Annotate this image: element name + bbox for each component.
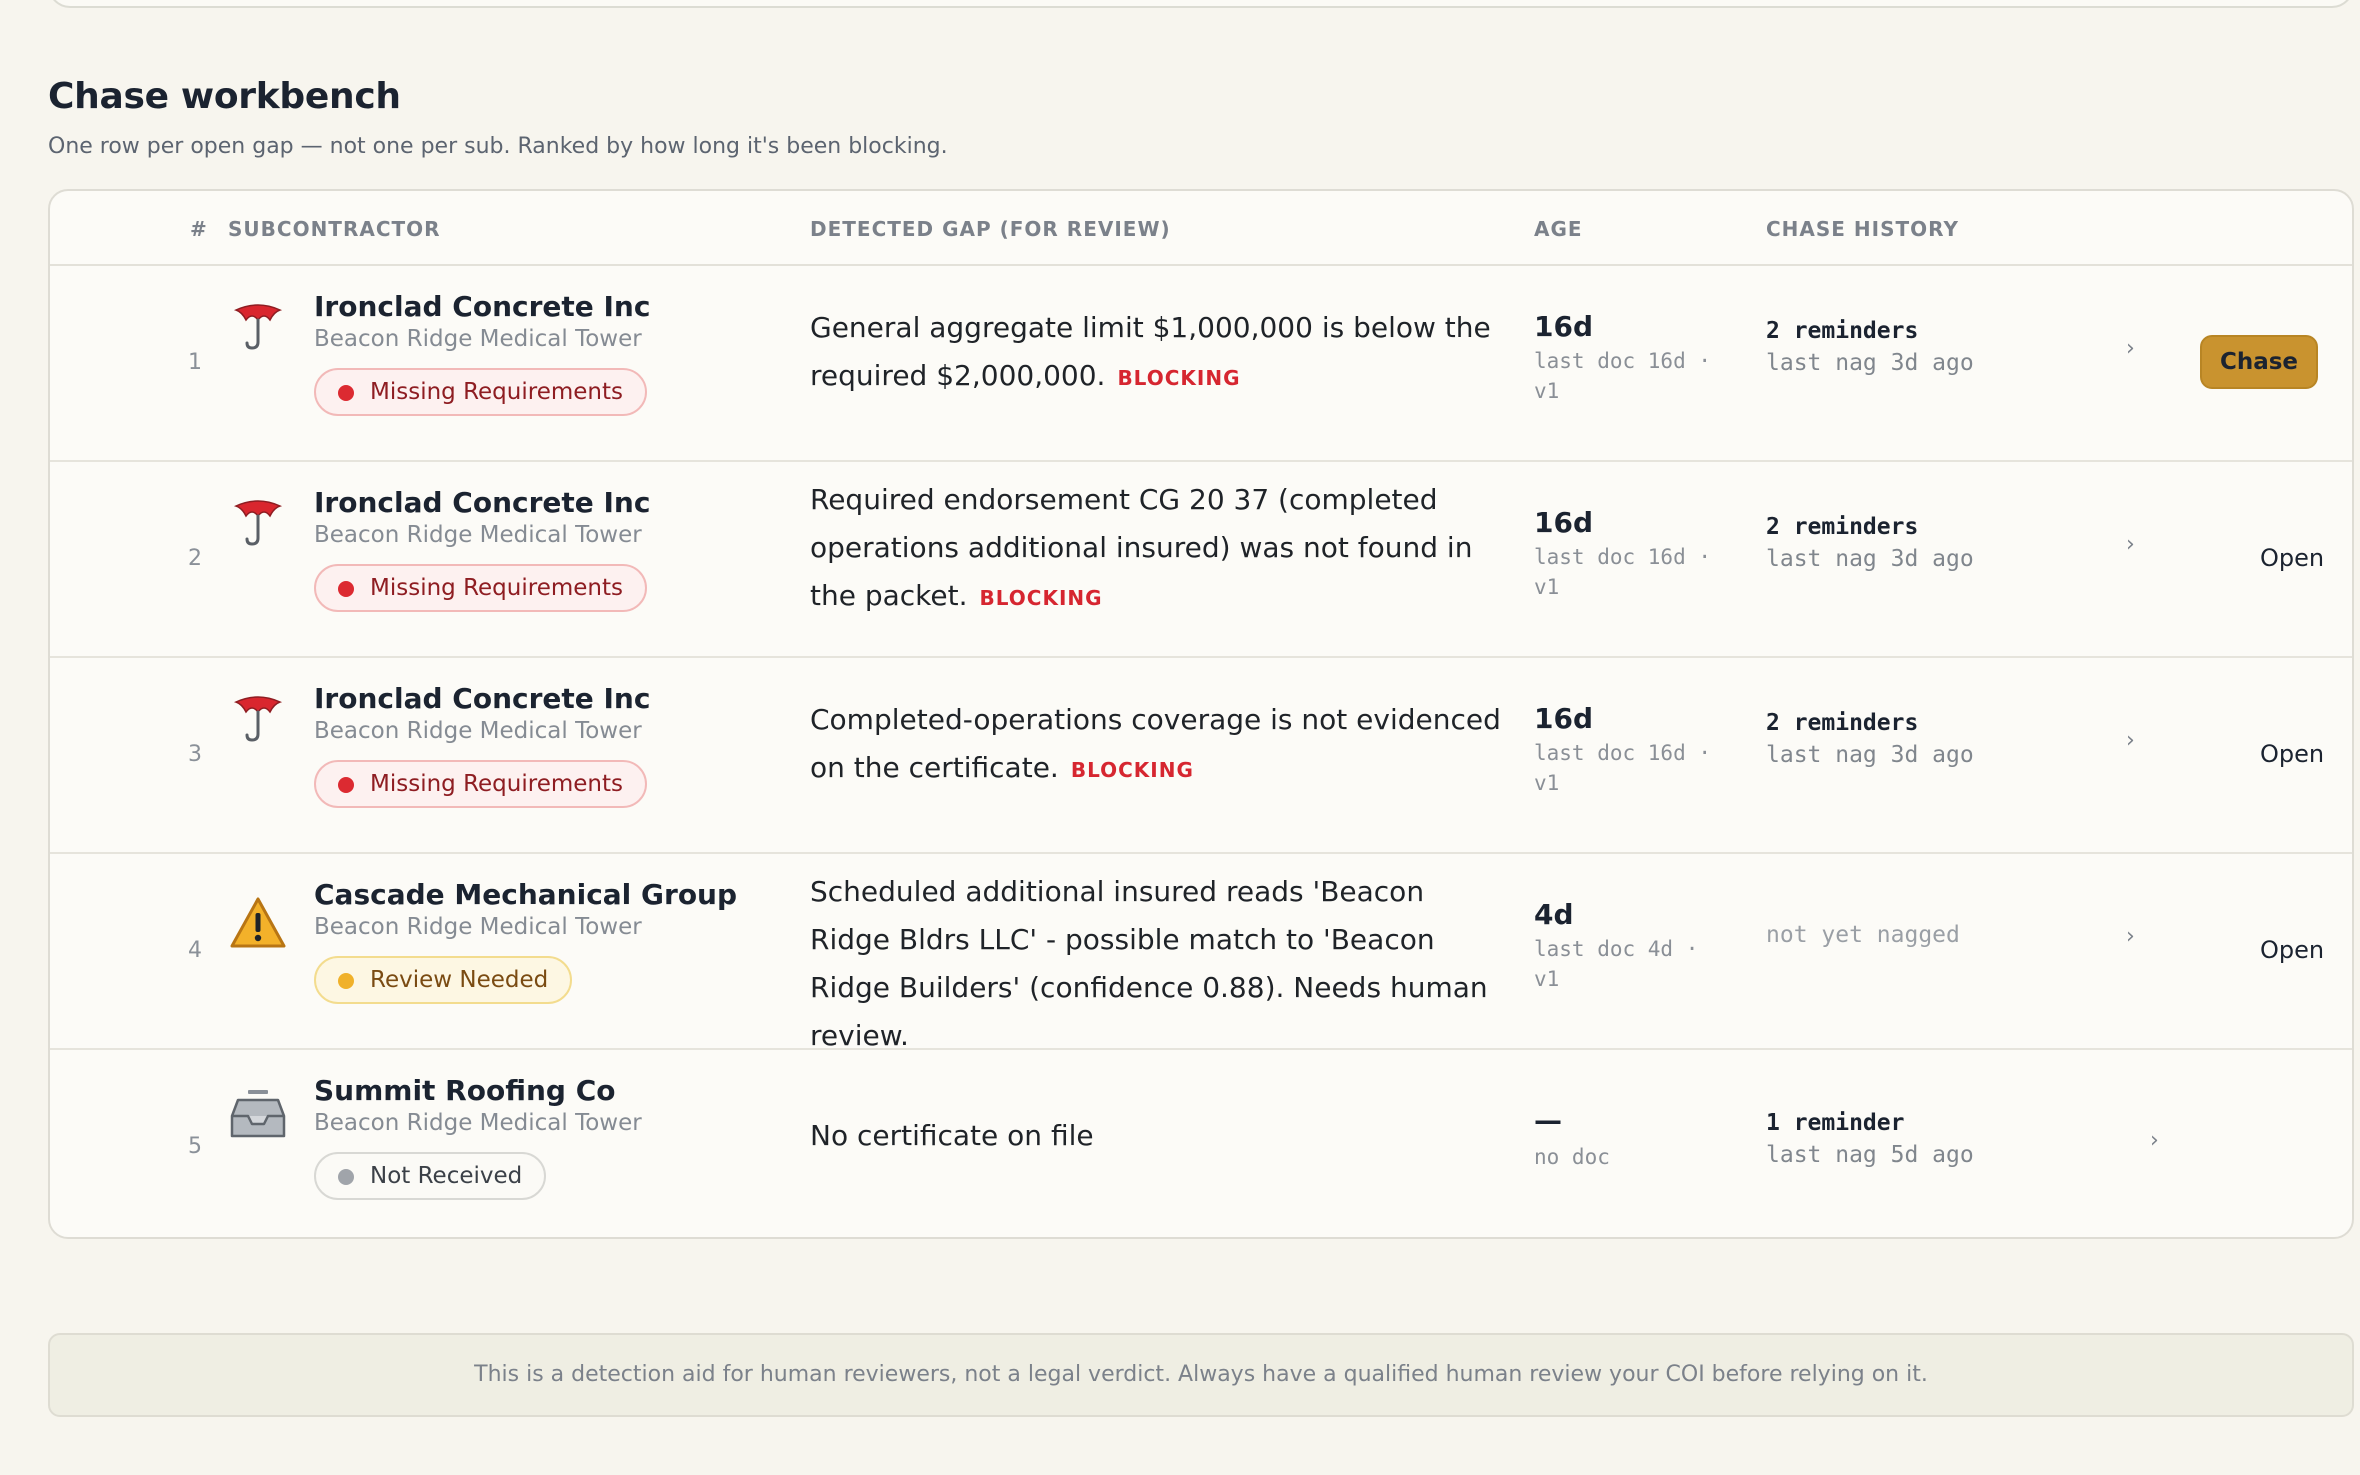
status-dot: [338, 777, 354, 793]
subcontractor-name[interactable]: Ironclad Concrete Inc: [314, 486, 650, 519]
reminder-count: 2 reminders: [1766, 318, 1919, 344]
row-number: 2: [188, 546, 202, 571]
status-badge: Missing Requirements: [314, 760, 647, 808]
subcontractor-name[interactable]: Ironclad Concrete Inc: [314, 682, 650, 715]
reminder-count: 1 reminder: [1766, 1110, 1905, 1136]
table-row[interactable]: 2 Ironclad Concrete Inc Beacon Ridge Med…: [50, 462, 2352, 658]
table-row[interactable]: 3 Ironclad Concrete Inc Beacon Ridge Med…: [50, 658, 2352, 854]
chase-button[interactable]: Chase: [2200, 335, 2318, 389]
blocking-flag: BLOCKING: [1117, 366, 1241, 390]
open-link[interactable]: Open: [2260, 936, 2324, 964]
table-header: # SUBCONTRACTOR DETECTED GAP (FOR REVIEW…: [50, 191, 2352, 266]
header-gap: DETECTED GAP (FOR REVIEW): [810, 217, 1171, 241]
subcontractor-name[interactable]: Cascade Mechanical Group: [314, 878, 737, 911]
section-subtitle: One row per open gap — not one per sub. …: [48, 134, 948, 159]
header-num: #: [190, 217, 208, 241]
status-dot: [338, 385, 354, 401]
age-detail: last doc 16d · v1: [1534, 349, 1712, 403]
table-row[interactable]: 1 Ironclad Concrete Inc Beacon Ridge Med…: [50, 266, 2352, 462]
row-number: 3: [188, 742, 202, 767]
status-dot: [338, 973, 354, 989]
last-nag: last nag 3d ago: [1766, 350, 1974, 376]
reminder-count: 2 reminders: [1766, 710, 1919, 736]
gap-description: Completed-operations coverage is not evi…: [810, 703, 1501, 784]
last-nag: not yet nagged: [1766, 922, 1960, 948]
header-age: AGE: [1534, 217, 1583, 241]
chase-table: # SUBCONTRACTOR DETECTED GAP (FOR REVIEW…: [48, 189, 2354, 1239]
gap-description: Scheduled additional insured reads 'Beac…: [810, 875, 1488, 1052]
subcontractor-name[interactable]: Summit Roofing Co: [314, 1074, 615, 1107]
table-row[interactable]: 4 Cascade Mechanical Group Beacon Ridge …: [50, 854, 2352, 1052]
row-number: 4: [188, 938, 202, 963]
status-dot: [338, 1169, 354, 1185]
chevron-right-icon[interactable]: ›: [2126, 728, 2135, 753]
inbox-icon: [228, 1084, 288, 1144]
blocking-flag: BLOCKING: [979, 586, 1103, 610]
status-badge: Missing Requirements: [314, 368, 647, 416]
status-dot: [338, 581, 354, 597]
gap-description: No certificate on file: [810, 1119, 1094, 1152]
disclaimer-banner: This is a detection aid for human review…: [48, 1333, 2354, 1417]
previous-panel-edge: [48, 0, 2354, 8]
project-name: Beacon Ridge Medical Tower: [314, 1110, 642, 1136]
header-subcontractor: SUBCONTRACTOR: [228, 217, 441, 241]
age-detail: last doc 16d · v1: [1534, 545, 1712, 599]
gap-description: General aggregate limit $1,000,000 is be…: [810, 311, 1491, 392]
age-value: 16d: [1534, 506, 1594, 539]
open-link[interactable]: Open: [2260, 740, 2324, 768]
blocking-flag: BLOCKING: [1070, 758, 1194, 782]
umbrella-icon: [228, 690, 288, 750]
age-detail: last doc 4d · v1: [1534, 937, 1699, 991]
age-detail: last doc 16d · v1: [1534, 741, 1712, 795]
project-name: Beacon Ridge Medical Tower: [314, 718, 642, 744]
umbrella-icon: [228, 298, 288, 358]
age-detail: no doc: [1534, 1145, 1610, 1169]
chevron-right-icon[interactable]: ›: [2126, 924, 2135, 949]
warning-icon: [228, 894, 288, 954]
status-badge: Not Received: [314, 1152, 547, 1200]
age-value: 16d: [1534, 310, 1594, 343]
age-value: 4d: [1534, 898, 1574, 931]
last-nag: last nag 3d ago: [1766, 742, 1974, 768]
project-name: Beacon Ridge Medical Tower: [314, 522, 642, 548]
project-name: Beacon Ridge Medical Tower: [314, 326, 642, 352]
chevron-right-icon[interactable]: ›: [2150, 1128, 2159, 1153]
subcontractor-name[interactable]: Ironclad Concrete Inc: [314, 290, 650, 323]
age-value: 16d: [1534, 702, 1594, 735]
section-title: Chase workbench: [48, 76, 401, 117]
project-name: Beacon Ridge Medical Tower: [314, 914, 642, 940]
reminder-count: 2 reminders: [1766, 514, 1919, 540]
open-link[interactable]: Open: [2260, 544, 2324, 572]
table-row[interactable]: 5 Summit Roofing Co Beacon Ridge Medical…: [50, 1050, 2352, 1237]
chevron-right-icon[interactable]: ›: [2126, 532, 2135, 557]
status-badge: Missing Requirements: [314, 564, 647, 612]
header-history: CHASE HISTORY: [1766, 217, 1959, 241]
last-nag: last nag 5d ago: [1766, 1142, 1974, 1168]
gap-description: Required endorsement CG 20 37 (completed…: [810, 483, 1473, 612]
row-number: 5: [188, 1134, 202, 1159]
chevron-right-icon[interactable]: ›: [2126, 336, 2135, 361]
row-number: 1: [188, 350, 202, 375]
age-value: —: [1534, 1104, 1562, 1137]
status-badge: Review Needed: [314, 956, 573, 1004]
last-nag: last nag 3d ago: [1766, 546, 1974, 572]
umbrella-icon: [228, 494, 288, 554]
